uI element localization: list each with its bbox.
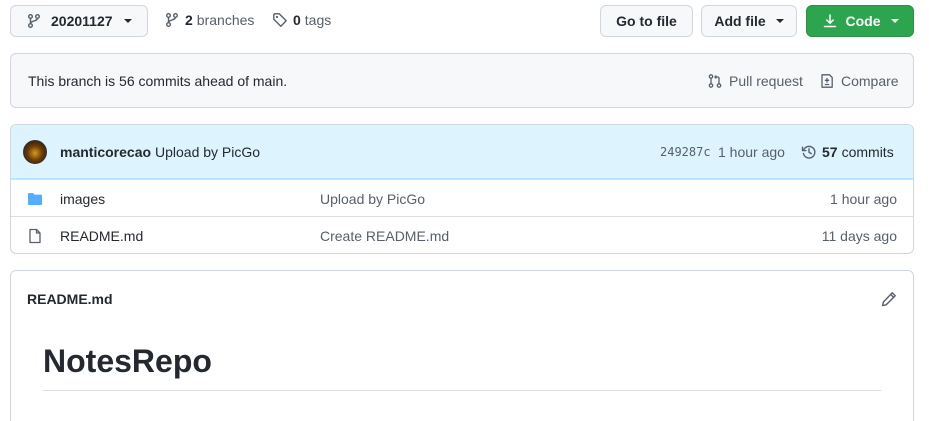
file-name[interactable]: images xyxy=(60,191,105,207)
commit-time: 1 hour ago xyxy=(718,144,785,160)
tag-icon xyxy=(272,12,288,28)
file-icon xyxy=(27,228,43,244)
file-row[interactable]: images Upload by PicGo 1 hour ago xyxy=(11,179,913,216)
branches-label: branches xyxy=(196,12,255,28)
add-file-label: Add file xyxy=(714,13,766,29)
pull-request-link[interactable]: Pull request xyxy=(707,73,803,89)
commit-message[interactable]: Upload by PicGo xyxy=(155,144,260,160)
compare-icon xyxy=(819,73,835,89)
branch-status-box: This branch is 56 commits ahead of main.… xyxy=(10,53,914,108)
file-listing: manticorecao Upload by PicGo 249287c 1 h… xyxy=(10,124,914,254)
download-icon xyxy=(822,13,838,29)
readme-panel: README.md NotesRepo xyxy=(10,270,914,421)
folder-icon xyxy=(27,191,43,207)
chevron-down-icon xyxy=(890,19,899,23)
chevron-down-icon xyxy=(775,19,784,23)
pencil-icon[interactable] xyxy=(881,291,897,307)
tags-count: 0 xyxy=(293,12,301,28)
pull-request-label: Pull request xyxy=(729,73,803,89)
chevron-down-icon xyxy=(123,19,132,23)
divider xyxy=(43,390,881,391)
git-branch-icon xyxy=(164,12,180,28)
go-to-file-label: Go to file xyxy=(616,13,677,29)
branch-selector-button[interactable]: 20201127 xyxy=(10,5,148,37)
latest-commit-bar: manticorecao Upload by PicGo 249287c 1 h… xyxy=(11,125,913,179)
tags-link[interactable]: 0 tags xyxy=(272,12,331,28)
git-branch-icon xyxy=(26,13,42,29)
file-age: 11 days ago xyxy=(821,228,897,244)
commits-link[interactable]: 57 commits xyxy=(801,144,894,160)
file-commit-message[interactable]: Upload by PicGo xyxy=(320,191,425,207)
file-row[interactable]: README.md Create README.md 11 days ago xyxy=(11,216,913,253)
compare-link[interactable]: Compare xyxy=(819,73,899,89)
pull-request-icon xyxy=(707,73,723,89)
branch-name: 20201127 xyxy=(51,13,113,29)
branches-count: 2 xyxy=(185,12,193,28)
file-name[interactable]: README.md xyxy=(60,228,143,244)
code-button[interactable]: Code xyxy=(806,5,914,37)
go-to-file-button[interactable]: Go to file xyxy=(600,5,693,37)
commits-label: commits xyxy=(841,144,894,160)
tags-label: tags xyxy=(304,12,332,28)
branch-ahead-text: This branch is 56 commits ahead of main. xyxy=(28,73,288,89)
commit-author[interactable]: manticorecao xyxy=(60,144,151,160)
file-commit-message[interactable]: Create README.md xyxy=(320,228,449,244)
file-age: 1 hour ago xyxy=(830,191,897,207)
compare-label: Compare xyxy=(841,73,899,89)
avatar[interactable] xyxy=(23,140,47,164)
branches-link[interactable]: 2 branches xyxy=(164,12,254,28)
readme-heading: NotesRepo xyxy=(43,343,212,379)
code-label: Code xyxy=(845,13,881,29)
readme-file-label[interactable]: README.md xyxy=(27,291,113,307)
add-file-button[interactable]: Add file xyxy=(701,5,797,37)
commits-count: 57 xyxy=(822,144,838,160)
commit-sha[interactable]: 249287c xyxy=(660,145,711,159)
history-icon xyxy=(801,144,817,160)
